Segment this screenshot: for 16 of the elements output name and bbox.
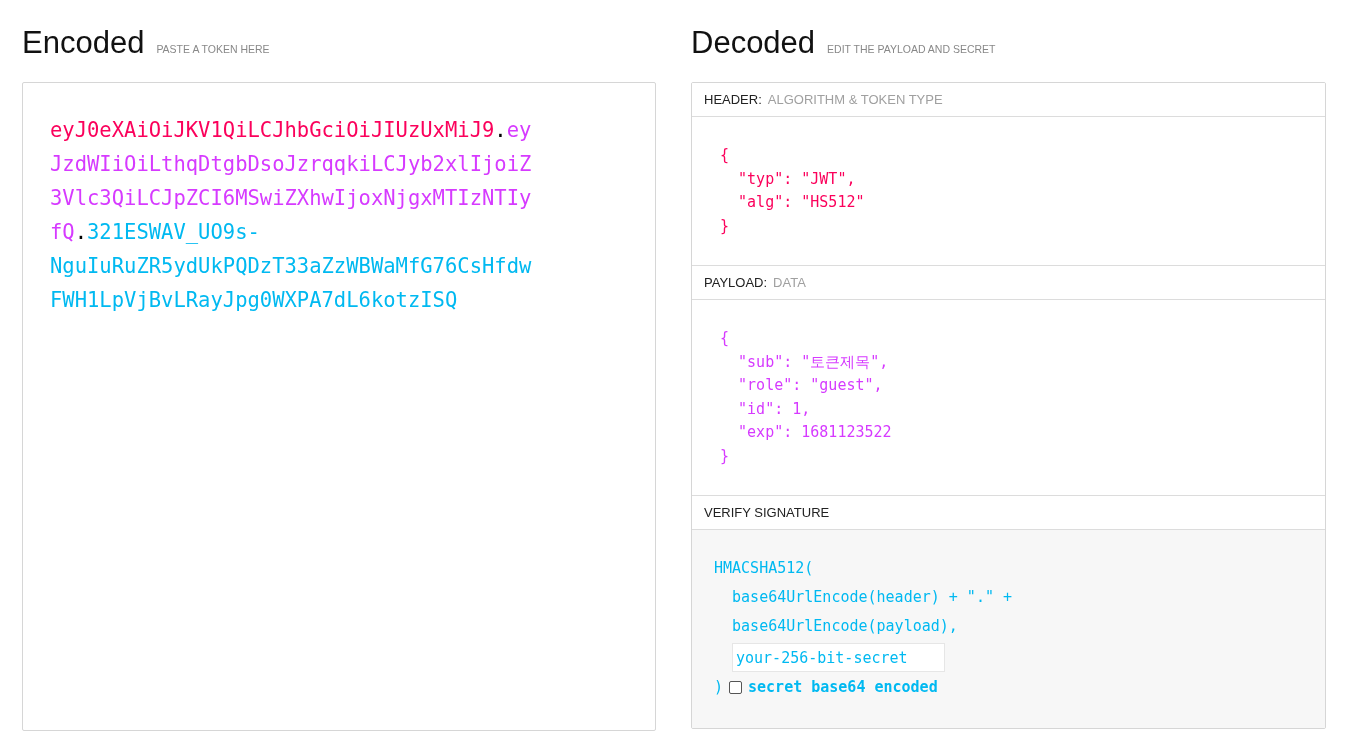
section-label: PAYLOAD: (704, 273, 768, 292)
json-code: { "sub": "토큰제목", "role": "guest", "id": 1, "exp": 1681123522 } (720, 328, 892, 467)
encoded-title: Encoded (22, 24, 145, 62)
decoded-title: Decoded (691, 24, 816, 62)
section-sublabel: DATA (773, 273, 806, 292)
encoded-token: eyJ0eXAiOiJKV1QiLCJhbGciOiJIUzUxMiJ9.ey JzdWIiOiLthqDtgbDsoJzrqqkiLCJyb2xlIjoiZ 3Vlc3QiLCJpZCI6MSwiZXhwIjoxNjgxMTIzNTIy fQ.321ESWAV_UO9s- NguIuRuZR5ydUkPQDzT33aZzWBWaMfG76CsHfdw FWH1LpVjBvLRayJpg0WXPA7dL6kotzISQ (50, 117, 533, 314)
secret-input-field[interactable]: your-256-bit-secret (732, 643, 945, 672)
section-label: HEADER: (704, 90, 762, 109)
section-sublabel: ALGORITHM & TOKEN TYPE (767, 90, 943, 109)
encoded-subtitle: PASTE A TOKEN HERE (156, 42, 270, 57)
json-code: { "typ": "JWT", "alg": "HS512" } (720, 145, 865, 237)
closing-paren: ) (714, 677, 724, 698)
section-label: VERIFY SIGNATURE (704, 503, 830, 522)
decoded-subtitle: EDIT THE PAYLOAD AND SECRET (827, 42, 996, 57)
base64-checkbox[interactable] (729, 680, 743, 694)
checkbox-label[interactable]: secret base64 encoded (748, 676, 938, 699)
